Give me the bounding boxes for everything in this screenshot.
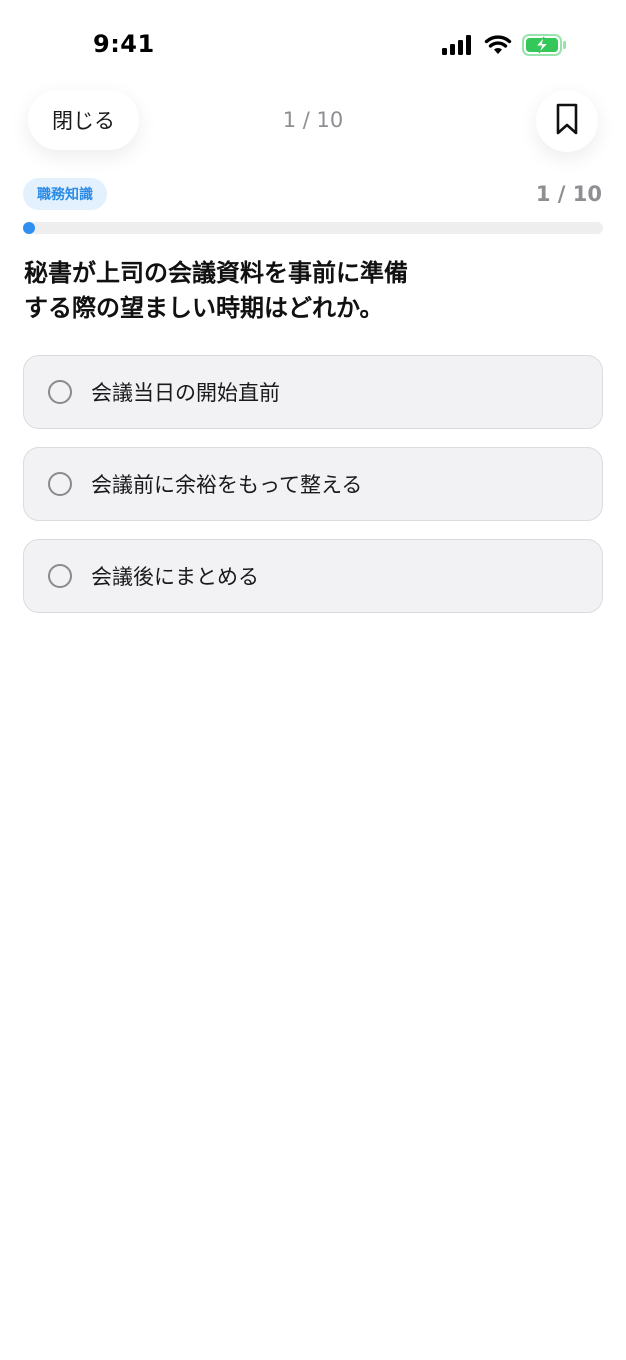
answer-option[interactable]: 会議前に余裕をもって整える [23,447,603,521]
bookmark-button[interactable] [536,90,598,152]
status-bar: 9:41 [0,0,626,80]
category-badge: 職務知識 [23,178,107,210]
wifi-icon [484,35,512,59]
progress-bar [23,222,603,234]
question-line: する際の望ましい時期はどれか。 [24,294,384,322]
answer-options: 会議当日の開始直前 会議前に余裕をもって整える 会議後にまとめる [23,355,603,631]
nav-question-counter: 1 / 10 [282,108,344,132]
top-nav: 閉じる 1 / 10 [0,88,626,152]
answer-option-label: 会議当日の開始直前 [91,381,280,405]
status-icons [442,34,568,60]
answer-option-label: 会議前に余裕をもって整える [91,473,363,497]
bookmark-icon [556,103,578,139]
radio-circle-icon[interactable] [48,380,72,404]
answer-option[interactable]: 会議後にまとめる [23,539,603,613]
radio-circle-icon[interactable] [48,564,72,588]
progress-bar-fill [23,222,35,234]
question-text: 秘書が上司の会議資料を事前に準備 する際の望ましい時期はどれか。 [24,256,464,326]
status-time: 9:41 [93,30,155,58]
progress-count: 1 / 10 [535,182,602,206]
battery-charging-icon [522,34,568,60]
question-line: 秘書が上司の会議資料を事前に準備 [24,259,408,287]
answer-option[interactable]: 会議当日の開始直前 [23,355,603,429]
cellular-signal-icon [442,35,474,59]
radio-circle-icon[interactable] [48,472,72,496]
answer-option-label: 会議後にまとめる [91,565,259,589]
